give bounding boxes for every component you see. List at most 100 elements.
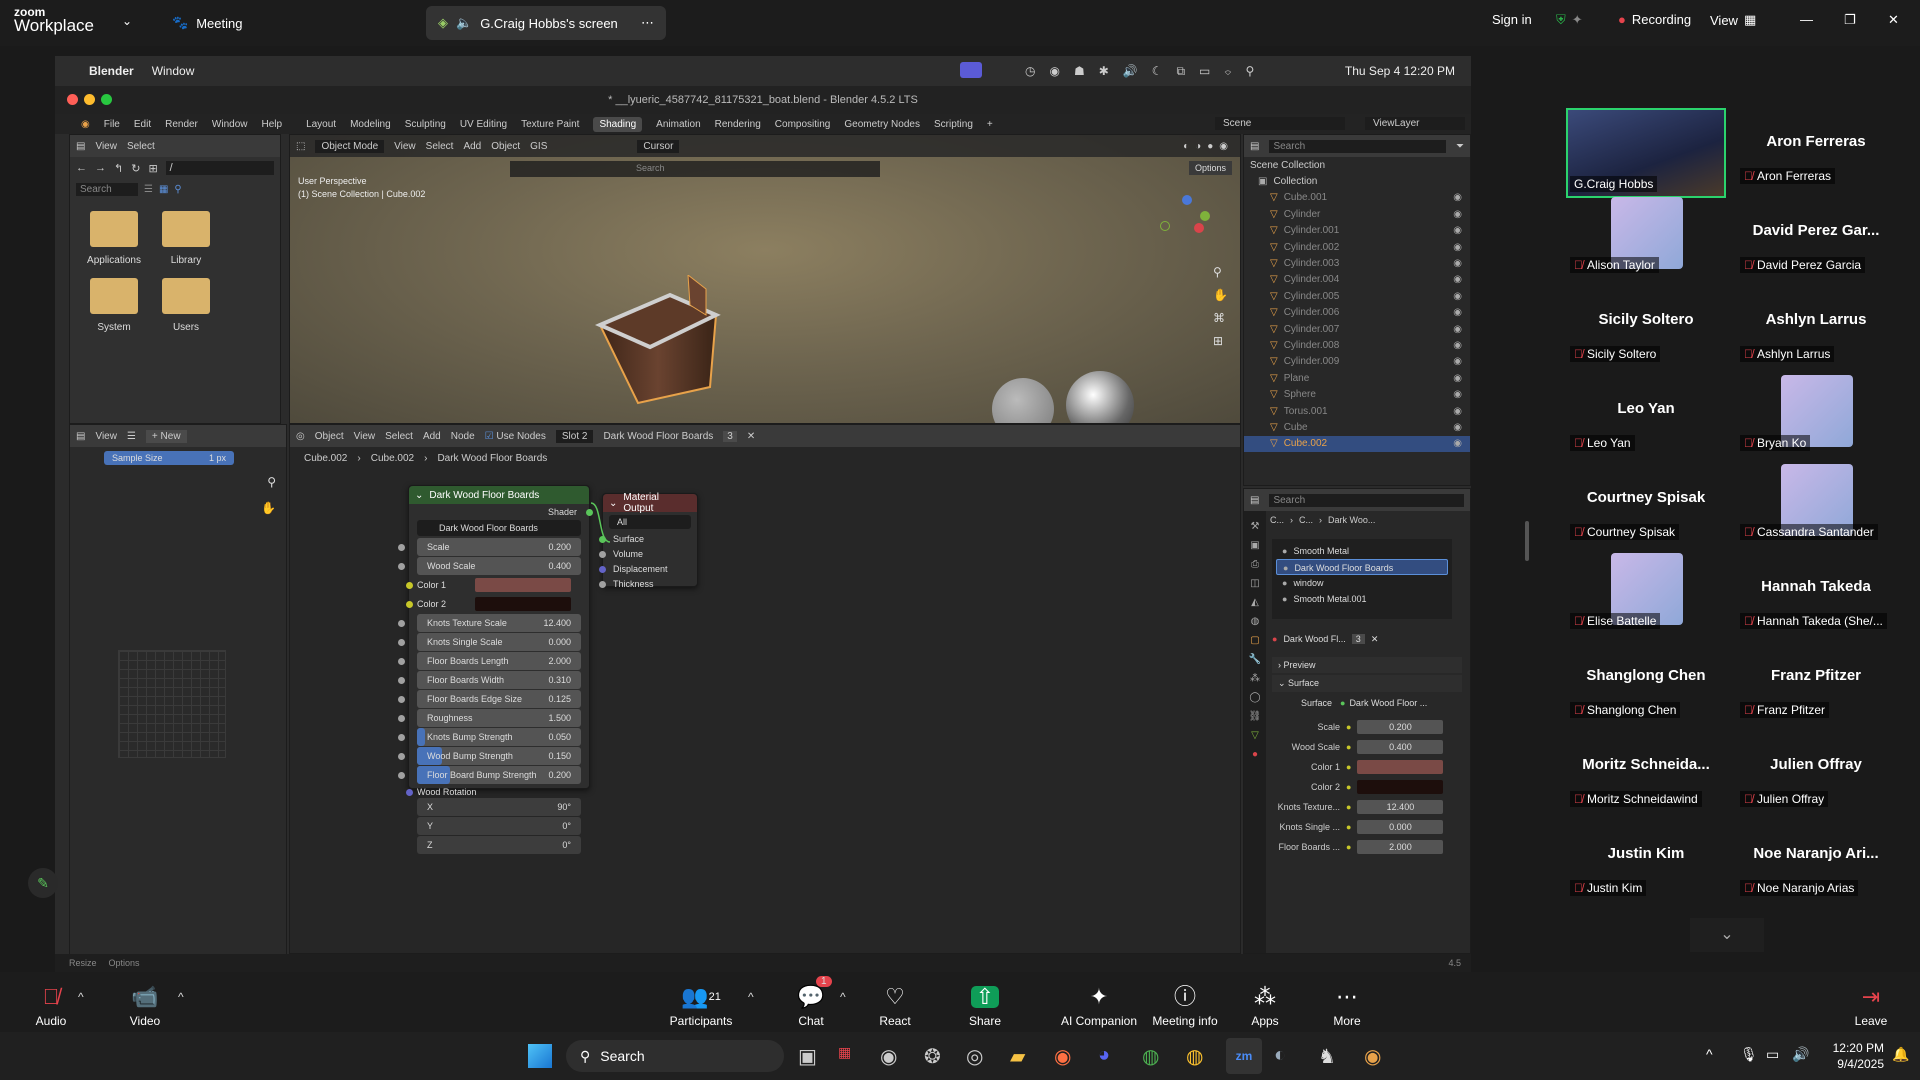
material-datablock[interactable]: ● Dark Wood Fl... 3 ✕ — [1272, 631, 1462, 647]
preview-panel[interactable]: › Preview — [1272, 657, 1462, 673]
material-slot[interactable]: ● Smooth Metal — [1276, 543, 1448, 559]
node-input-row[interactable]: Floor Board Bump Strength 0.200 — [398, 766, 581, 784]
output-icon[interactable]: ⎙ — [1251, 559, 1259, 570]
close-dot-icon[interactable] — [67, 94, 78, 105]
fb-path-field[interactable]: / — [165, 161, 274, 175]
outliner-item[interactable]: ▽ Cylinder ◉ — [1244, 206, 1470, 222]
forward-icon[interactable]: → — [95, 162, 106, 174]
taskbar-clock[interactable]: 12:20 PM 9/4/2025 — [1814, 1040, 1884, 1072]
input-socket[interactable] — [398, 772, 405, 779]
participant-tile[interactable]: Courtney Spisak 🎙̸ Courtney Spisak — [1566, 464, 1726, 554]
output-socket-row[interactable]: Surface — [599, 532, 697, 547]
participant-tile[interactable]: Justin Kim 🎙̸ Justin Kim — [1566, 820, 1726, 910]
hand-icon[interactable]: ✋ — [1213, 288, 1228, 302]
node-input-row[interactable]: Color 2 — [406, 595, 581, 613]
eye-icon[interactable]: ◉ — [1453, 225, 1462, 236]
eye-icon[interactable]: ◉ — [1453, 307, 1462, 318]
node-input-row[interactable]: Knots Single Scale 0.000 — [398, 633, 581, 651]
shader-node-editor[interactable]: ◎ Object View Select Add Node ☑ Use Node… — [289, 424, 1241, 954]
participant-tile[interactable]: Ashlyn Larrus 🎙̸ Ashlyn Larrus — [1736, 286, 1896, 376]
zoom-icon[interactable]: ⚲ — [267, 475, 276, 489]
folder-applications[interactable]: Applications — [78, 211, 150, 266]
participant-tile[interactable]: Shanglong Chen 🎙̸ Shanglong Chen — [1566, 642, 1726, 732]
mac-menu-window[interactable]: Window — [152, 64, 195, 78]
socket-dot[interactable] — [599, 581, 606, 588]
network-icon[interactable]: ▭ — [1766, 1046, 1779, 1063]
material-slot[interactable]: ● window — [1276, 575, 1448, 591]
node-input-row[interactable]: Floor Boards Width 0.310 — [398, 671, 581, 689]
tab-layout[interactable]: Layout — [306, 119, 336, 130]
folder-library[interactable]: Library — [150, 211, 222, 266]
ne-view-menu[interactable]: View — [354, 431, 376, 442]
steam-icon[interactable]: ◐ — [1274, 1044, 1286, 1067]
color-swatch[interactable] — [1357, 780, 1444, 794]
participant-tile[interactable]: Noe Naranjo Ari... 🎙̸ Noe Naranjo Arias — [1736, 820, 1896, 910]
surface-shader-field[interactable]: Dark Wood Floor ... — [1349, 698, 1427, 708]
node-input-row[interactable]: Scale 0.200 — [398, 538, 581, 556]
scene-collection-row[interactable]: Scene Collection — [1244, 157, 1470, 173]
node-input-row[interactable]: Floor Boards Length 2.000 — [398, 652, 581, 670]
participant-tile[interactable]: 🎙̸ Elise Battelle — [1566, 553, 1726, 643]
material-selector[interactable]: Dark Wood Floor Boards — [603, 431, 713, 442]
fb-view-menu[interactable]: View — [95, 141, 117, 152]
chrome-alt-icon[interactable]: ◍ — [1142, 1044, 1159, 1069]
video-options-chevron[interactable]: ^ — [178, 990, 184, 1004]
tab-modeling[interactable]: Modeling — [350, 119, 391, 130]
transform-orientation[interactable]: Cursor — [637, 139, 680, 153]
tab-shading[interactable]: Shading — [593, 116, 643, 132]
outliner-item[interactable]: ▽ Cube.002 ◉ — [1244, 435, 1470, 453]
thumb-view-icon[interactable]: ▦ — [159, 184, 168, 195]
eye-icon[interactable]: ◉ — [1453, 340, 1462, 351]
value-field[interactable]: 12.400 — [1357, 800, 1444, 814]
input-socket[interactable] — [398, 734, 405, 741]
more-button[interactable]: ⋯ More — [1302, 976, 1392, 1036]
hand-icon[interactable]: ✋ — [261, 501, 276, 515]
participants-chevron[interactable]: ^ — [748, 990, 754, 1004]
input-socket[interactable] — [398, 620, 405, 627]
material-slot[interactable]: ● Smooth Metal.001 — [1276, 591, 1448, 607]
volume-icon[interactable]: 🔊 — [1792, 1046, 1809, 1063]
node-input-row[interactable]: Knots Texture Scale 12.400 — [398, 614, 581, 632]
menu-file[interactable]: File — [104, 119, 120, 130]
participants-button[interactable]: 👥21 Participants — [656, 976, 746, 1036]
eye-icon[interactable]: ◉ — [1453, 258, 1462, 269]
video-button[interactable]: 📹 Video — [100, 976, 190, 1036]
input-socket[interactable] — [398, 677, 405, 684]
chevron-down-icon[interactable]: ⌄ — [122, 14, 132, 28]
output-socket-row[interactable]: Thickness — [599, 577, 697, 592]
outliner-item[interactable]: ▽ Cylinder.008 ◉ — [1244, 337, 1470, 353]
input-socket[interactable] — [398, 753, 405, 760]
value-field[interactable]: 0.000 — [1357, 820, 1444, 834]
input-socket[interactable] — [398, 639, 405, 646]
menu-help[interactable]: Help — [261, 119, 282, 130]
eye-icon[interactable]: ◉ — [1453, 242, 1462, 253]
participant-tile[interactable]: Sicily Soltero 🎙̸ Sicily Soltero — [1566, 286, 1726, 376]
view-layer-icon[interactable]: ◫ — [1250, 578, 1259, 589]
eye-icon[interactable]: ◉ — [1453, 438, 1462, 449]
file-explorer-icon[interactable]: ▰ — [1010, 1044, 1025, 1069]
app-icon[interactable]: ♞ — [1318, 1044, 1336, 1069]
editor-type-icon[interactable]: ▤ — [76, 431, 85, 442]
menu-window[interactable]: Window — [212, 119, 248, 130]
asset-search-input[interactable]: Search — [510, 161, 880, 177]
ie-new-button[interactable]: + New — [145, 429, 187, 443]
render-icon[interactable]: ▣ — [1250, 540, 1259, 551]
ne-select-menu[interactable]: Select — [385, 431, 413, 442]
react-button[interactable]: ♡ React — [850, 976, 940, 1036]
taskbar-search[interactable]: ⚲ Search — [566, 1040, 784, 1072]
outliner-item[interactable]: ▽ Cylinder.009 ◉ — [1244, 354, 1470, 370]
recording-indicator[interactable]: ● Recording — [1618, 12, 1691, 27]
participant-tile[interactable]: 🎙̸ Bryan Ko — [1736, 375, 1896, 465]
list-view-icon[interactable]: ☰ — [144, 184, 153, 195]
audio-options-chevron[interactable]: ^ — [78, 990, 84, 1004]
eye-icon[interactable]: ◉ — [1453, 209, 1462, 220]
shading-mode-icons[interactable]: ◐◑●◉ — [1183, 141, 1234, 152]
zoom-taskbar-icon[interactable]: zm — [1226, 1038, 1262, 1074]
node-input-row[interactable]: Roughness 1.500 — [398, 709, 581, 727]
material-icon[interactable]: ● — [1252, 749, 1258, 760]
participant-tile[interactable]: Moritz Schneida... 🎙̸ Moritz Schneidawind — [1566, 731, 1726, 821]
mic-tray-icon[interactable]: 🎙 — [1740, 1046, 1758, 1063]
minimize-icon[interactable]: — — [1800, 12, 1813, 27]
participant-tile[interactable]: 🎙̸ Cassandra Santander — [1736, 464, 1896, 554]
input-socket[interactable] — [406, 582, 413, 589]
